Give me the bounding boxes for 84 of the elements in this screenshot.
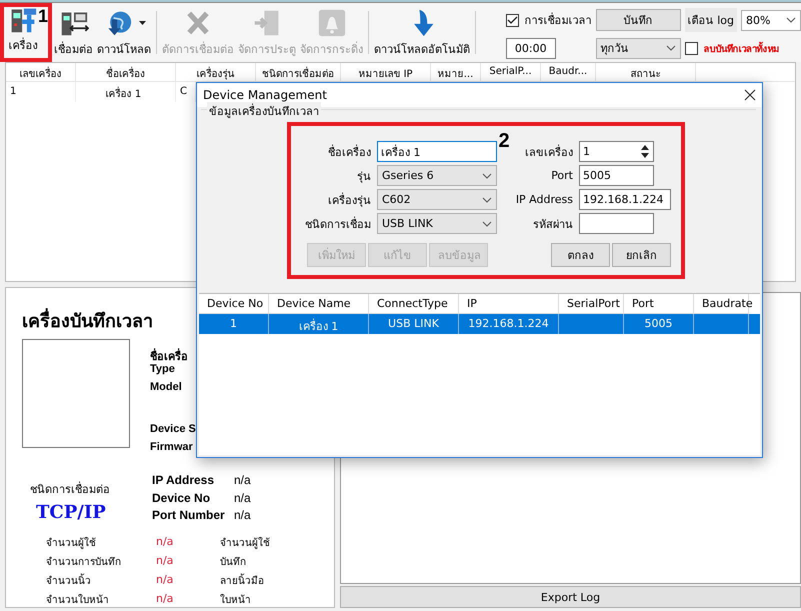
field-label: รหัสผ่าน — [532, 216, 573, 232]
input-field[interactable]: 5005 — [579, 165, 654, 186]
info-label: Port Number — [152, 508, 226, 523]
checkbox-label: ลบบันทึกเวลาทั้งหม — [704, 40, 779, 56]
caret-icon[interactable] — [482, 196, 492, 202]
close-icon[interactable] — [744, 89, 756, 101]
info-value: n/a — [234, 473, 251, 488]
field-label: รุ่น — [356, 168, 371, 184]
caret-icon[interactable] — [482, 172, 492, 178]
bell-icon — [316, 9, 347, 37]
group-title: ข้อมูลเครื่องบันทึกเวลา — [207, 102, 321, 120]
input-field[interactable]: 192.168.1.224 — [579, 189, 671, 210]
log-dropdown[interactable]: 80% — [741, 10, 801, 30]
arrow-down-icon[interactable] — [640, 152, 650, 159]
save-button[interactable]: บันทึก — [596, 9, 681, 31]
field-label: Port — [550, 169, 573, 182]
info-value: n/a — [234, 490, 251, 506]
column-header[interactable]: หมายเลข IP — [341, 63, 431, 81]
dropdown[interactable]: USB LINK — [377, 213, 497, 234]
field-label: IP Address — [514, 193, 573, 206]
table-row[interactable]: 1 เครื่อง 1 USB LINK 192.168.1.224 5005 — [199, 314, 760, 334]
table-cell: 1 — [6, 82, 76, 102]
info-label: Firmwar — [150, 441, 194, 453]
info-label: Model — [150, 381, 183, 393]
stat-label: จำนวนนิ้ว — [46, 573, 156, 588]
connection-type: TCP/IP — [35, 502, 107, 523]
day-dropdown[interactable]: ทุกวัน — [596, 38, 681, 58]
caret-icon[interactable] — [482, 220, 492, 226]
stat-label: จำนวนการบันทึก — [46, 556, 122, 569]
export-button[interactable]: Export Log — [340, 586, 801, 608]
toolbar-button[interactable]: ดาวน์โหลดอัตโนมัติ — [372, 3, 472, 62]
annotation-number: 2 — [497, 130, 511, 154]
caret-icon[interactable] — [138, 21, 146, 25]
annotation-number: 1 — [38, 7, 48, 25]
time-field[interactable]: 00:00 — [506, 38, 556, 58]
info-label: IP Address — [152, 473, 216, 488]
stat-unit: จำนวนผู้ใช้ — [220, 536, 271, 550]
input-field[interactable]: เครื่อง 1 — [377, 141, 497, 162]
dropdown[interactable]: Gseries 6 — [377, 165, 497, 186]
caret-icon[interactable] — [666, 45, 676, 51]
field-label: ชื่อเครื่อง — [327, 144, 371, 160]
stat-unit: บันทึก — [220, 556, 247, 569]
column-header[interactable]: เครื่องรุ่น — [176, 63, 256, 81]
toolbar-button[interactable]: ดาวน์โหลด — [95, 3, 154, 62]
checkbox[interactable] — [684, 42, 698, 54]
info-label: Device No — [152, 490, 212, 506]
stat-value: n/a — [156, 573, 174, 588]
toolbar-button[interactable]: เครื่อง — [6, 7, 40, 58]
log-label: เตือน log — [684, 8, 737, 32]
ok-button[interactable]: ตกลง — [551, 243, 610, 267]
column-header[interactable]: สถานะ — [596, 63, 696, 81]
column-header[interactable]: SerialP... — [481, 63, 541, 81]
input-field[interactable] — [579, 213, 654, 234]
stat-value: n/a — [156, 592, 174, 607]
info-label: Device S — [150, 423, 196, 435]
stat-label: จำนวนผู้ใช้ — [46, 536, 97, 550]
info-label: Type — [150, 363, 176, 375]
column-header[interactable]: เลขเครื่อง — [6, 63, 76, 81]
checkbox[interactable] — [506, 14, 519, 26]
info-value: n/a — [234, 508, 251, 523]
checkbox-label: การเชื่อมเวลา — [524, 12, 592, 29]
stat-value: n/a — [156, 554, 174, 569]
toolbar-button[interactable]: เชื่อมต่อ — [52, 3, 96, 62]
field-label: เลขเครื่อง — [524, 144, 573, 160]
column-header[interactable]: Baudr... — [541, 63, 596, 81]
column-header[interactable]: ชนิดการเชื่อมต่อ — [256, 63, 341, 81]
connection-label: ชนิดการเชื่อมต่อ — [30, 480, 111, 498]
stat-label: จำนวนใบหน้า — [46, 593, 110, 607]
cancel-button[interactable]: ยกเลิก — [612, 243, 671, 267]
field-label: เครื่องรุ่น — [327, 192, 371, 208]
dropdown[interactable]: C602 — [377, 189, 497, 210]
stat-value: n/a — [156, 535, 174, 550]
field-label: ชนิดการเชื่อม — [304, 216, 371, 232]
number-field[interactable]: 1 — [579, 141, 654, 162]
dialog-title: Device Management — [203, 88, 327, 102]
stat-unit: ใบหน้า — [220, 593, 252, 607]
table-cell: เครื่อง 1 — [76, 82, 176, 102]
panel-title: เครื่องบันทึกเวลา — [22, 306, 153, 335]
column-header[interactable]: ชื่อเครื่อง — [76, 63, 176, 81]
info-label: ชื่อเครื่อ — [150, 347, 196, 365]
caret-icon[interactable] — [786, 17, 796, 23]
arrow-up-icon[interactable] — [640, 144, 650, 151]
column-header[interactable]: หมาย... — [431, 63, 481, 81]
stat-unit: ลายนิ้วมือ — [220, 573, 334, 588]
